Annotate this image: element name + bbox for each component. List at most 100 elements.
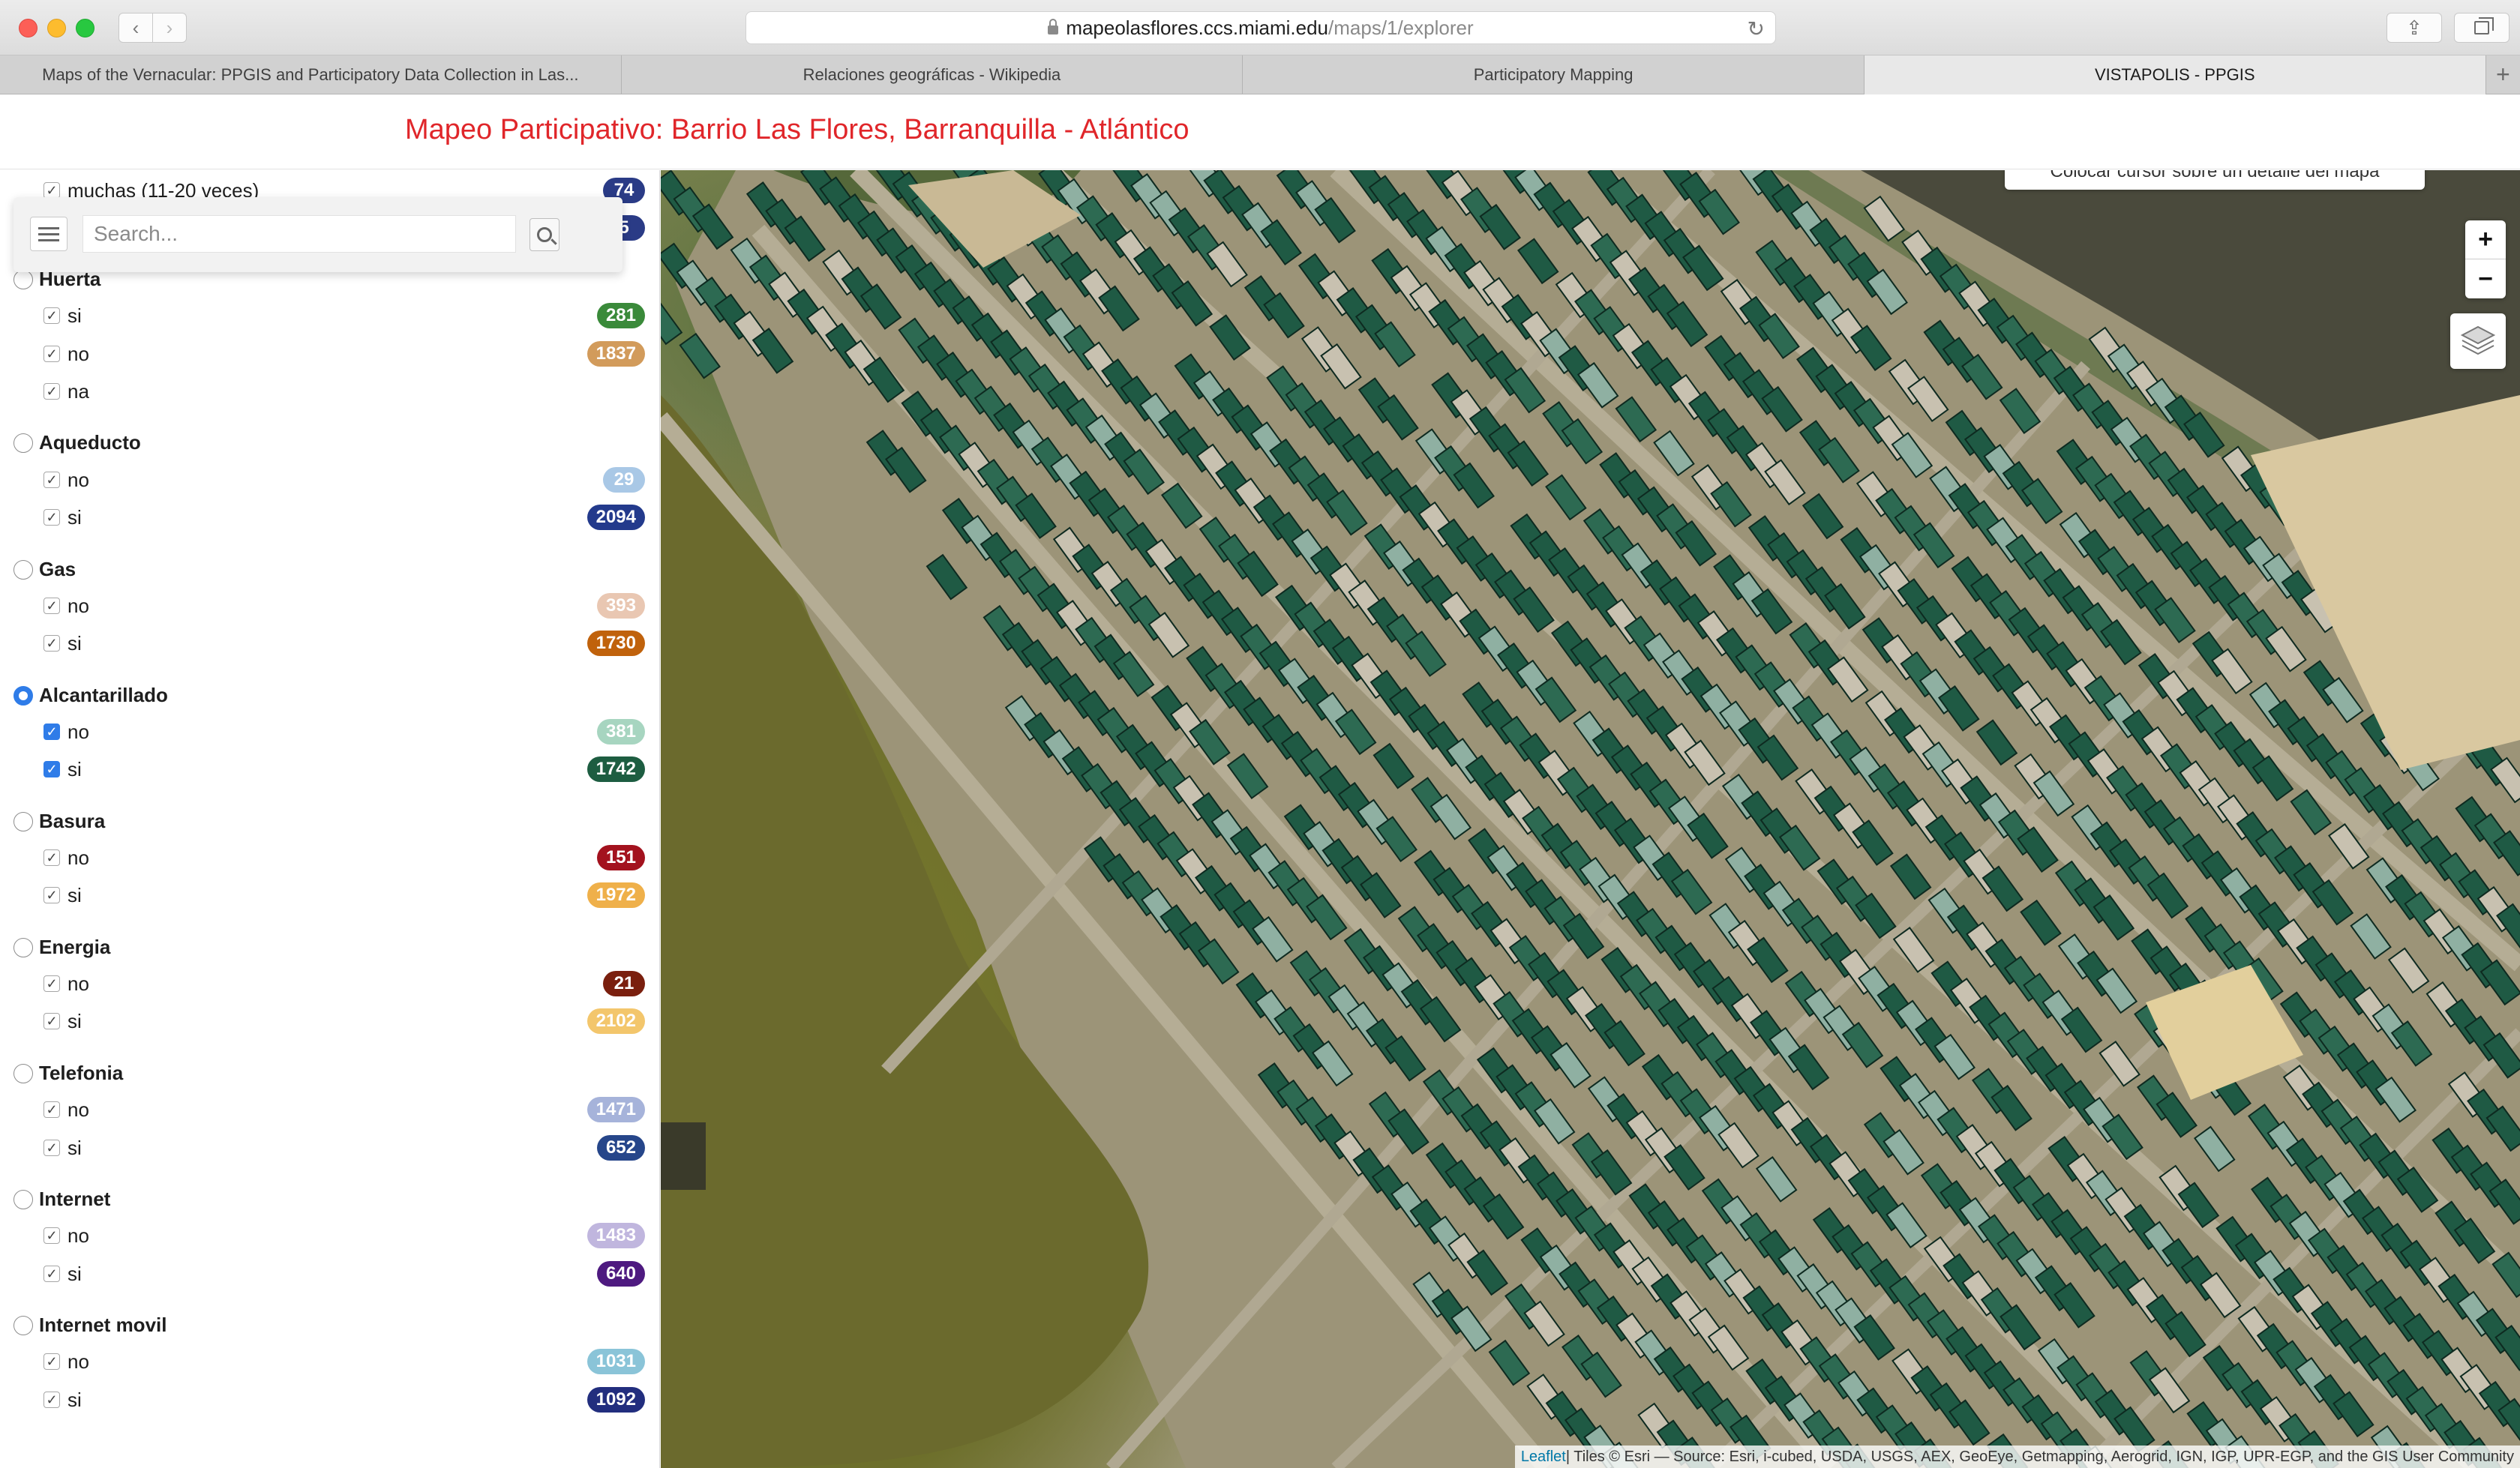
back-button[interactable]: ‹ — [118, 13, 153, 43]
close-window-button[interactable] — [19, 19, 38, 37]
option-checkbox[interactable]: ✓ — [44, 1227, 60, 1245]
option-row[interactable]: ✓ si 652 — [0, 1129, 659, 1167]
minimize-window-button[interactable] — [47, 19, 66, 37]
category-radio[interactable] — [14, 937, 33, 957]
category-radio[interactable] — [14, 1190, 33, 1209]
option-label: si — [68, 506, 82, 529]
new-tab-button[interactable]: + — [2486, 55, 2520, 94]
option-checkbox[interactable]: ✓ — [44, 471, 60, 488]
zoom-in-button[interactable]: + — [2465, 220, 2506, 259]
category-label: Gas — [39, 557, 76, 580]
option-checkbox[interactable]: ✓ — [44, 975, 60, 993]
option-checkbox[interactable]: ✓ — [44, 1013, 60, 1030]
category-radio[interactable] — [14, 559, 33, 580]
option-checkbox[interactable]: ✓ — [44, 597, 60, 614]
option-checkbox[interactable]: ✓ — [44, 382, 60, 400]
option-checkbox[interactable]: ✓ — [44, 761, 60, 778]
option-checkbox[interactable]: ✓ — [44, 887, 60, 904]
leaflet-link[interactable]: Leaflet — [1521, 1449, 1566, 1466]
fullscreen-window-button[interactable] — [76, 19, 94, 37]
option-checkbox[interactable]: ✓ — [44, 307, 60, 325]
count-badge: 1483 — [586, 1223, 645, 1249]
category-radio[interactable] — [14, 1316, 33, 1336]
search-input[interactable] — [82, 215, 516, 253]
pier — [661, 1122, 706, 1190]
option-checkbox[interactable]: ✓ — [44, 635, 60, 652]
option-row[interactable]: ✓ no 1483 — [0, 1217, 659, 1254]
category-row-aqueducto[interactable]: Aqueducto — [0, 423, 659, 460]
menu-button[interactable] — [30, 217, 68, 251]
option-label: no — [68, 846, 89, 869]
option-checkbox[interactable]: ✓ — [44, 849, 60, 866]
option-label: si — [68, 632, 82, 655]
option-row[interactable]: ✓ si 1730 — [0, 625, 659, 662]
option-row[interactable]: ✓ si 1972 — [0, 876, 659, 914]
option-checkbox[interactable]: ✓ — [44, 1391, 60, 1408]
option-row[interactable]: ✓ no 1837 — [0, 335, 659, 373]
category-row-internet[interactable]: Internet — [0, 1179, 659, 1217]
option-row[interactable]: ✓ no 21 — [0, 965, 659, 1002]
category-row-alcantarillado[interactable]: Alcantarillado — [0, 676, 659, 713]
tab-participatory-mapping[interactable]: Participatory Mapping — [1243, 55, 1864, 94]
tab-vistapolis[interactable]: VISTAPOLIS - PPGIS — [1864, 55, 2486, 94]
share-button[interactable]: ⇪ — [2386, 13, 2442, 43]
option-row[interactable]: ✓ si 1092 — [0, 1381, 659, 1419]
address-bar[interactable]: mapeolasflores.ccs.miami.edu /maps/1/exp… — [746, 11, 1776, 44]
tab-relaciones-geograficas[interactable]: Relaciones geográficas - Wikipedia — [622, 55, 1244, 94]
option-row[interactable]: ✓ no 1031 — [0, 1343, 659, 1380]
category-radio[interactable] — [14, 270, 33, 289]
option-checkbox[interactable]: ✓ — [44, 182, 60, 199]
category-radio[interactable] — [14, 685, 33, 706]
option-label: no — [68, 720, 89, 743]
reload-icon[interactable]: ↻ — [1748, 16, 1765, 41]
category-radio[interactable] — [14, 433, 33, 454]
forward-button[interactable]: › — [152, 13, 187, 43]
option-label: si — [68, 758, 82, 781]
option-checkbox[interactable]: ✓ — [44, 345, 60, 362]
option-checkbox[interactable]: ✓ — [44, 1101, 60, 1119]
option-checkbox[interactable]: ✓ — [44, 509, 60, 526]
option-row[interactable]: ✓ no 1471 — [0, 1091, 659, 1128]
option-row[interactable]: ✓ si 281 — [0, 297, 659, 334]
category-row-gas[interactable]: Gas — [0, 550, 659, 587]
tabs-overview-button[interactable] — [2454, 13, 2510, 43]
option-row[interactable]: ✓ no 393 — [0, 587, 659, 625]
lock-icon — [1048, 19, 1059, 34]
count-badge: 2102 — [586, 1008, 645, 1035]
tab-maps-of-the-vernacular[interactable]: Maps of the Vernacular: PPGIS and Partic… — [0, 55, 622, 94]
search-button[interactable] — [530, 218, 560, 251]
option-label: si — [68, 884, 82, 907]
option-row[interactable]: ✓ si 640 — [0, 1255, 659, 1293]
category-row-basura[interactable]: Basura — [0, 801, 659, 839]
option-row[interactable]: ✓ no 381 — [0, 713, 659, 750]
category-label: Alcantarillado — [39, 683, 168, 706]
category-label: Energia — [39, 935, 111, 958]
option-checkbox[interactable]: ✓ — [44, 1139, 60, 1156]
category-radio[interactable] — [14, 1063, 33, 1083]
option-checkbox[interactable]: ✓ — [44, 723, 60, 740]
page-header: Mapeo Participativo: Barrio Las Flores, … — [0, 94, 2520, 169]
map-view[interactable]: Colocar cursor sobre un detalle del mapa… — [661, 170, 2520, 1468]
category-row-internet-movil[interactable]: Internet movil — [0, 1305, 659, 1343]
count-badge: 652 — [596, 1134, 645, 1161]
count-badge: 2094 — [586, 505, 645, 530]
option-row[interactable]: ✓ si 1742 — [0, 750, 659, 788]
option-row[interactable]: ✓ no 29 — [0, 461, 659, 499]
option-row[interactable]: ✓ no 151 — [0, 839, 659, 876]
option-checkbox[interactable]: ✓ — [44, 1353, 60, 1371]
count-badge: 151 — [596, 845, 645, 870]
url-path: /maps/1/explorer — [1328, 16, 1474, 39]
category-row-telefonia[interactable]: Telefonia — [0, 1053, 659, 1091]
option-row[interactable]: ✓ si 2102 — [0, 1002, 659, 1040]
option-label: si — [68, 1388, 82, 1411]
building-parcel[interactable] — [661, 298, 683, 346]
option-checkbox[interactable]: ✓ — [44, 1265, 60, 1282]
count-badge: 1972 — [586, 882, 645, 909]
category-radio[interactable] — [14, 811, 33, 831]
option-row[interactable]: ✓ si 2094 — [0, 499, 659, 536]
category-row-energia[interactable]: Energia — [0, 927, 659, 965]
layers-button[interactable] — [2450, 313, 2506, 369]
option-row[interactable]: ✓ na — [0, 373, 659, 410]
option-label: si — [68, 1262, 82, 1285]
zoom-out-button[interactable]: − — [2465, 259, 2506, 298]
